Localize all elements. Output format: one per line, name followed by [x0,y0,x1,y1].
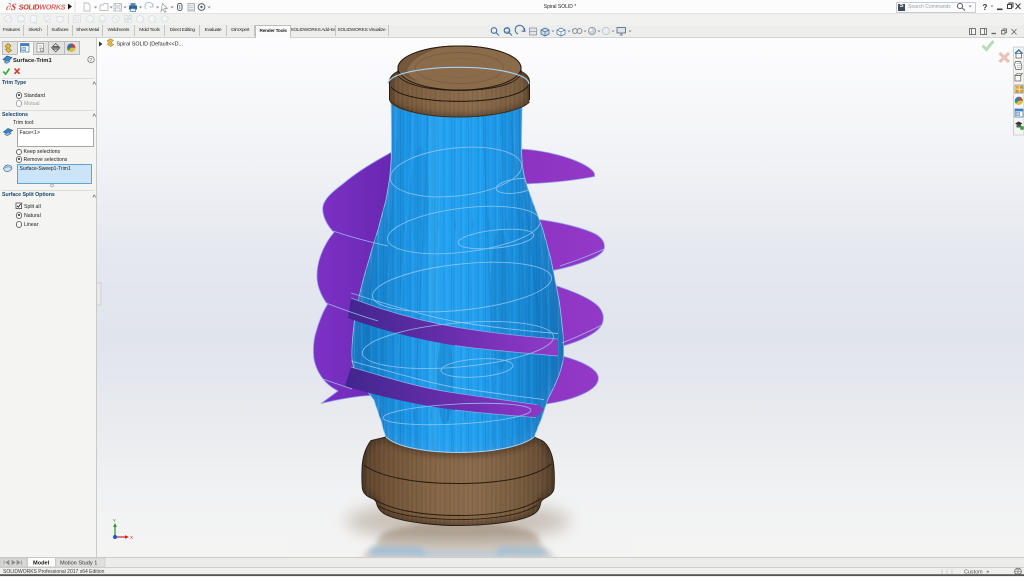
svg-text:SOLIDWORKS: SOLIDWORKS [18,2,67,11]
svg-text:Surface-Trim1: Surface-Trim1 [13,58,52,64]
svg-text:∂S: ∂S [5,2,17,13]
svg-text:?: ? [89,58,92,64]
